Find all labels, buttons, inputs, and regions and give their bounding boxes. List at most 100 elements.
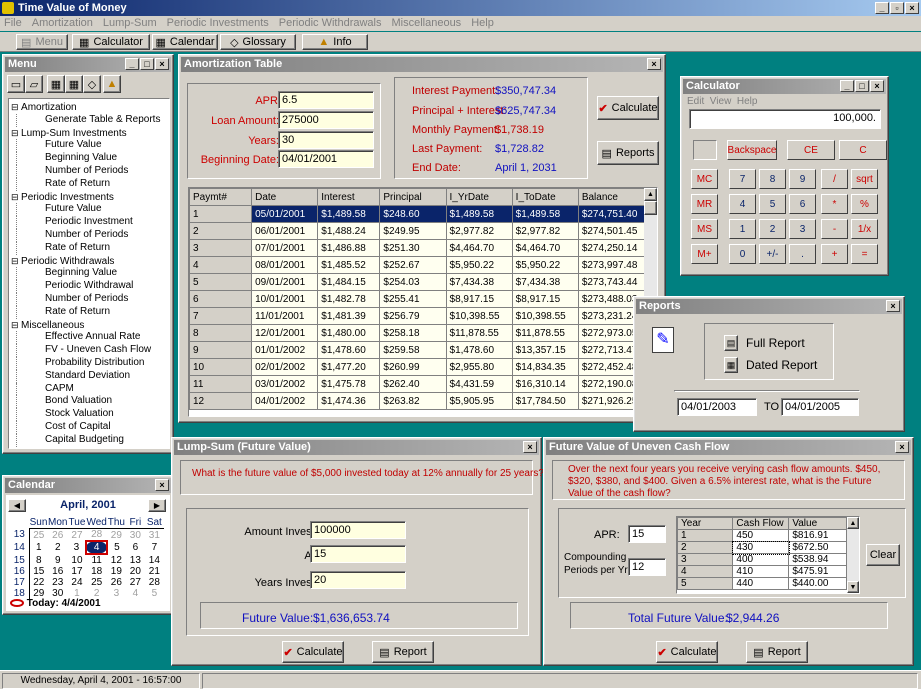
calendar-today[interactable]: Today: 4/4/2001: [10, 598, 101, 609]
table-row[interactable]: 2 06/01/2001 $1,488.24 $249.95 $2,977.82 $2,9…: [189, 222, 648, 240]
report-from-date[interactable]: 04/01/2003: [677, 398, 757, 416]
calc-key-button[interactable]: /: [821, 169, 848, 189]
tree-item[interactable]: Number of Periods: [16, 292, 169, 306]
toolbar-info-button[interactable]: ▲ Info: [302, 34, 368, 50]
calendar-day[interactable]: 19: [107, 566, 126, 577]
amort-reports-button[interactable]: ▤ Reports: [597, 141, 659, 165]
close-button[interactable]: ×: [155, 479, 169, 491]
calendar-day[interactable]: 15: [29, 566, 48, 577]
calendar-day[interactable]: 3: [107, 588, 126, 599]
collapse-icon[interactable]: ⊟: [11, 102, 21, 112]
toolbar-calculator-button[interactable]: ▦ Calculator: [72, 34, 150, 50]
calendar-day[interactable]: 30: [126, 529, 145, 542]
calendar-day[interactable]: 29: [107, 529, 126, 542]
tree-item[interactable]: Number of Periods: [16, 228, 169, 242]
calendar-day[interactable]: 18: [86, 566, 106, 577]
lumpsum-report-button[interactable]: ▤ Report: [372, 641, 434, 663]
tree-item[interactable]: Beginning Value: [16, 152, 169, 165]
calc-key-button[interactable]: 1: [729, 219, 756, 239]
calendar-day[interactable]: 14: [145, 554, 164, 566]
collapse-icon[interactable]: ⊟: [11, 192, 21, 202]
table-row[interactable]: 2 430 $672.50: [677, 540, 847, 555]
calc-key-button[interactable]: -: [821, 219, 848, 239]
loan-amount-input[interactable]: 275000: [278, 111, 374, 129]
tree-item[interactable]: Number of Periods: [16, 164, 169, 178]
table-row[interactable]: 1 05/01/2001 $1,489.58 $248.60 $1,489.58 $1,4…: [189, 205, 648, 223]
open-icon[interactable]: ▭: [7, 75, 25, 93]
calc-key-button[interactable]: 3: [789, 219, 816, 239]
close-button[interactable]: ×: [895, 441, 909, 453]
calendar-day[interactable]: 27: [67, 529, 86, 542]
info-icon[interactable]: ▲: [103, 75, 121, 93]
tree-item[interactable]: Periodic Investment: [16, 216, 169, 229]
compounding-periods-input[interactable]: 12: [628, 558, 666, 576]
column-header[interactable]: Paymt#: [189, 188, 253, 206]
calendar-icon[interactable]: ▦: [65, 75, 83, 93]
calc-key-button[interactable]: %: [851, 194, 878, 214]
calc-menu-view[interactable]: View: [710, 96, 732, 107]
calc-backspace-button[interactable]: Backspace: [727, 140, 777, 160]
folder-icon[interactable]: ▱: [25, 75, 43, 93]
calendar-day[interactable]: 11: [86, 554, 106, 566]
beginning-date-input[interactable]: 04/01/2001: [278, 150, 374, 168]
collapse-icon[interactable]: ⊟: [11, 256, 21, 266]
minimize-button[interactable]: _: [840, 80, 854, 92]
close-button[interactable]: ×: [647, 58, 661, 70]
calc-key-button[interactable]: +: [821, 244, 848, 264]
calc-key-button[interactable]: 1/x: [851, 219, 878, 239]
tree-item[interactable]: CAPM: [16, 382, 169, 396]
dated-report-option[interactable]: ▦ Dated Report: [724, 357, 817, 373]
calendar-day[interactable]: 6: [126, 541, 145, 554]
table-cell[interactable]: 430: [731, 540, 790, 555]
calendar-day[interactable]: 8: [29, 554, 48, 566]
calc-key-button[interactable]: MS: [691, 219, 718, 239]
table-cell[interactable]: 450: [732, 529, 790, 542]
column-header[interactable]: Balance: [577, 188, 648, 206]
amount-invested-input[interactable]: 100000: [310, 521, 406, 539]
column-header[interactable]: Principal: [379, 188, 447, 206]
uneven-apr-input[interactable]: 15: [628, 525, 666, 543]
scroll-up-button[interactable]: ▲: [644, 188, 657, 201]
maximize-button[interactable]: □: [855, 80, 869, 92]
tree-item[interactable]: FV - Uneven Cash Flow: [16, 344, 169, 357]
calc-key-button[interactable]: MC: [691, 169, 718, 189]
calendar-day[interactable]: 25: [86, 577, 106, 588]
close-button[interactable]: ×: [886, 300, 900, 312]
report-to-date[interactable]: 04/01/2005: [781, 398, 859, 416]
close-button[interactable]: ×: [870, 80, 884, 92]
uneven-report-button[interactable]: ▤ Report: [746, 641, 808, 663]
next-month-button[interactable]: ▶: [148, 499, 166, 512]
calc-key-button[interactable]: 6: [789, 194, 816, 214]
minimize-button[interactable]: _: [125, 58, 139, 70]
calc-key-button[interactable]: +/-: [759, 244, 786, 264]
calendar-day[interactable]: 24: [67, 577, 86, 588]
calc-ce-button[interactable]: CE: [787, 140, 835, 160]
scroll-thumb[interactable]: [644, 201, 657, 215]
tree-item[interactable]: Rate of Return: [16, 177, 169, 191]
calendar-day[interactable]: 22: [29, 577, 48, 588]
tree-item[interactable]: Stock Valuation: [16, 408, 169, 421]
toolbar-calendar-button[interactable]: ▦ Calendar: [152, 34, 218, 50]
tree-item[interactable]: Bond Valuation: [16, 395, 169, 409]
calc-key-button[interactable]: .: [789, 244, 816, 264]
uneven-calculate-button[interactable]: ✔ Calculate: [656, 641, 718, 663]
amort-calculate-button[interactable]: ✔ Calculate: [597, 96, 659, 120]
table-row[interactable]: 12 04/01/2002 $1,474.36 $263.82 $5,905.95 $17…: [189, 392, 648, 410]
lumpsum-calculate-button[interactable]: ✔ Calculate: [282, 641, 344, 663]
column-header[interactable]: Value: [788, 517, 847, 530]
table-row[interactable]: 3 07/01/2001 $1,486.88 $251.30 $4,464.70 $4,4…: [189, 239, 648, 257]
tree-group[interactable]: ⊟ Periodic Investments: [9, 191, 169, 204]
menu-file[interactable]: File: [4, 17, 22, 29]
calendar-day[interactable]: 5: [145, 588, 164, 599]
calendar-day[interactable]: 2: [48, 541, 67, 554]
close-button[interactable]: ×: [155, 58, 169, 70]
tree-item[interactable]: Future Value: [16, 139, 169, 153]
tree-item[interactable]: Standard Deviation: [16, 369, 169, 383]
scroll-down-button[interactable]: ▼: [847, 581, 859, 593]
calendar-day[interactable]: 4: [85, 540, 108, 555]
calendar-day[interactable]: 12: [107, 554, 126, 566]
table-cell[interactable]: 410: [732, 565, 790, 578]
calc-key-button[interactable]: sqrt: [851, 169, 878, 189]
column-header[interactable]: Cash Flow: [732, 517, 790, 530]
years-input[interactable]: 30: [278, 131, 374, 149]
